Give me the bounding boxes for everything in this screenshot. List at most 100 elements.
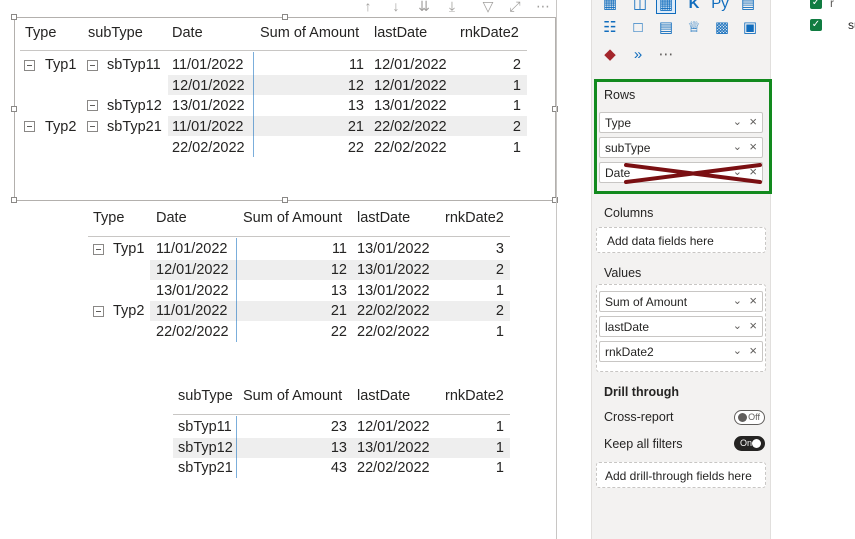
values-field-rnkdate2[interactable]: rnkDate2 ⌄ × <box>599 341 763 362</box>
column-divider <box>236 238 237 342</box>
toggle-state: On <box>740 438 753 448</box>
cell-sum: 22 <box>330 324 347 340</box>
drill-through-well[interactable]: Add drill-through fields here <box>596 462 766 488</box>
cell-rnkdate2: 1 <box>512 78 521 94</box>
column-header-date[interactable]: Date <box>156 210 187 226</box>
double-arrow-down-icon[interactable]: ⇊ <box>416 0 432 14</box>
cell-lastdate: 12/01/2022 <box>374 78 447 94</box>
column-header-type[interactable]: Type <box>25 25 56 41</box>
expand-down-icon[interactable]: ⤓ <box>444 0 460 14</box>
paginated-visual-icon[interactable]: ▤ <box>738 0 758 14</box>
field-label: rnkDate2 <box>605 345 654 359</box>
decomposition-tree-icon[interactable]: ☷ <box>600 18 620 38</box>
cell-lastdate: 22/02/2022 <box>374 119 447 135</box>
column-header-sum[interactable]: Sum of Amount <box>243 388 342 404</box>
chevron-down-icon[interactable]: ⌄ <box>733 294 742 307</box>
column-header-date[interactable]: Date <box>172 25 203 41</box>
collapse-icon[interactable] <box>93 244 104 255</box>
field-item[interactable]: r <box>830 0 834 10</box>
map-visual-icon[interactable]: ◫ <box>630 0 650 14</box>
close-icon[interactable]: × <box>749 318 757 333</box>
cell-subtype: sbTyp12 <box>178 440 233 456</box>
column-header-rnkdate2[interactable]: rnkDate2 <box>445 210 504 226</box>
collapse-icon[interactable] <box>24 121 35 132</box>
resize-handle[interactable] <box>282 14 288 20</box>
cell-lastdate: 12/01/2022 <box>374 57 447 73</box>
close-icon[interactable]: × <box>749 343 757 358</box>
collapse-icon[interactable] <box>93 306 104 317</box>
column-header-subtype[interactable]: subType <box>178 388 233 404</box>
column-header-rnkdate2[interactable]: rnkDate2 <box>460 25 519 41</box>
resize-handle[interactable] <box>11 197 17 203</box>
cell-rnkdate2: 1 <box>495 440 504 456</box>
cell-sum: 21 <box>347 119 364 135</box>
cell-sum: 22 <box>347 140 364 156</box>
resize-handle[interactable] <box>282 197 288 203</box>
collapse-icon[interactable] <box>24 60 35 71</box>
row-header-type: Typ2 <box>45 119 77 135</box>
trophy-icon[interactable]: ♕ <box>684 18 704 38</box>
filter-icon[interactable]: ▽ <box>480 0 496 14</box>
row-header-type: Typ2 <box>113 303 145 319</box>
chevron-down-icon[interactable]: ⌄ <box>733 344 742 357</box>
arrow-down-icon[interactable]: ↓ <box>388 0 404 14</box>
close-icon[interactable]: × <box>749 114 757 129</box>
rows-field-subtype[interactable]: subType ⌄ × <box>599 137 763 158</box>
columns-well[interactable]: Add data fields here <box>596 227 766 253</box>
values-field-sum[interactable]: Sum of Amount ⌄ × <box>599 291 763 312</box>
cross-report-toggle[interactable]: Off <box>734 410 765 425</box>
cell-sum: 12 <box>330 262 347 278</box>
power-apps-icon[interactable]: ◆ <box>600 45 620 65</box>
kpi-visual-icon[interactable]: K <box>684 0 704 14</box>
cell-lastdate: 13/01/2022 <box>357 440 430 456</box>
narrative-visual-icon[interactable]: ▤ <box>656 18 676 38</box>
collapse-icon[interactable] <box>87 60 98 71</box>
python-visual-icon[interactable]: Py <box>710 0 730 14</box>
column-header-sum[interactable]: Sum of Amount <box>260 25 359 41</box>
document-icon[interactable]: ▩ <box>712 18 732 38</box>
cell-rnkdate2: 2 <box>512 57 521 73</box>
column-header-lastdate[interactable]: lastDate <box>374 25 427 41</box>
chevron-down-icon[interactable]: ⌄ <box>733 115 742 128</box>
chevron-down-icon[interactable]: ⌄ <box>733 319 742 332</box>
cell-rnkdate2: 2 <box>512 119 521 135</box>
cell-sum: 13 <box>330 440 347 456</box>
checkbox-checked-icon[interactable]: ✓ <box>810 19 822 31</box>
column-header-sum[interactable]: Sum of Amount <box>243 210 342 226</box>
cell-sum: 11 <box>348 57 364 73</box>
resize-handle[interactable] <box>11 106 17 112</box>
column-header-type[interactable]: Type <box>93 210 124 226</box>
collapse-icon[interactable] <box>87 121 98 132</box>
close-icon[interactable]: × <box>749 293 757 308</box>
checkbox-checked-icon[interactable]: ✓ <box>810 0 822 9</box>
cell-lastdate: 13/01/2022 <box>357 283 430 299</box>
table-visual-icon[interactable]: ▦ <box>600 0 620 14</box>
field-label: Type <box>605 116 632 130</box>
cell-sum: 12 <box>347 78 364 94</box>
row-header-type: Typ1 <box>113 241 145 257</box>
column-header-lastdate[interactable]: lastDate <box>357 388 410 404</box>
resize-handle[interactable] <box>11 14 17 20</box>
cell-lastdate: 22/02/2022 <box>357 303 430 319</box>
qa-visual-icon[interactable]: □ <box>628 18 648 38</box>
power-automate-icon[interactable]: » <box>628 45 648 65</box>
column-divider <box>253 52 254 157</box>
chevron-down-icon[interactable]: ⌄ <box>733 140 742 153</box>
more-visuals-icon[interactable]: ⋯ <box>656 45 676 65</box>
collapse-icon[interactable] <box>87 100 98 111</box>
column-header-subtype[interactable]: subType <box>88 25 143 41</box>
rows-field-type[interactable]: Type ⌄ × <box>599 112 763 133</box>
column-header-rnkdate2[interactable]: rnkDate2 <box>445 388 504 404</box>
close-icon[interactable]: × <box>749 139 757 154</box>
keep-filters-toggle[interactable]: On <box>734 436 765 451</box>
arrow-up-icon[interactable]: ↑ <box>360 0 376 14</box>
field-item[interactable]: su <box>848 18 855 32</box>
custom-visual-icon[interactable]: ▣ <box>740 18 760 38</box>
matrix-visual-icon[interactable]: ▦ <box>656 0 676 14</box>
values-field-lastdate[interactable]: lastDate ⌄ × <box>599 316 763 337</box>
pane-gutter <box>558 0 591 539</box>
column-header-lastdate[interactable]: lastDate <box>357 210 410 226</box>
cell-subtype: sbTyp11 <box>178 419 232 435</box>
focus-mode-icon[interactable]: ⤢ <box>507 0 523 14</box>
more-options-icon[interactable]: ⋯ <box>535 0 551 14</box>
